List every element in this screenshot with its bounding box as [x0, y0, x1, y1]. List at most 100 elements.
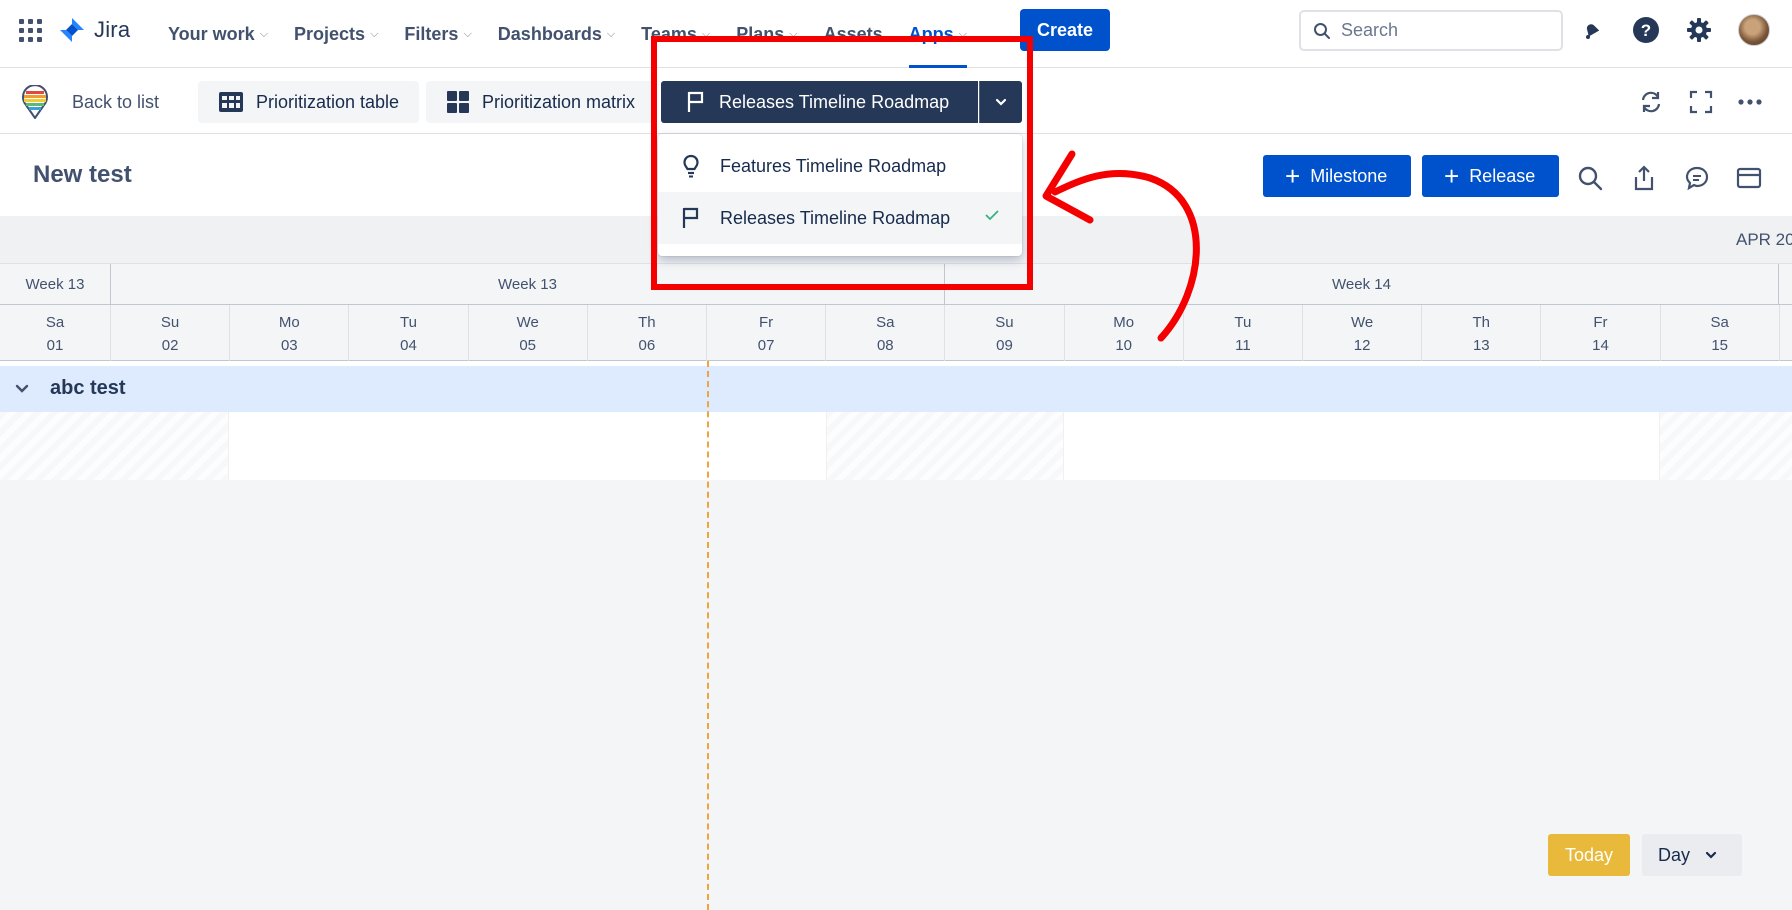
- day-of-week: Fr: [1593, 314, 1608, 331]
- chevron-down-icon: [995, 98, 1007, 106]
- day-cell: Su 09: [945, 305, 1065, 361]
- search-box[interactable]: [1299, 10, 1563, 51]
- chevron-down-icon[interactable]: [14, 378, 30, 398]
- nav-item-dashboards[interactable]: Dashboards ⌵: [498, 0, 615, 68]
- nav-item-apps[interactable]: Apps ⌵: [908, 0, 968, 68]
- day-date: 06: [638, 337, 656, 354]
- day-of-week: Su: [995, 314, 1014, 331]
- plus-icon: +: [1444, 161, 1460, 191]
- comment-icon[interactable]: [1683, 164, 1711, 192]
- prioritization-table-tab[interactable]: Prioritization table: [198, 81, 420, 123]
- nav-item-projects[interactable]: Projects ⌵: [294, 0, 378, 68]
- nav-item-label: Assets: [823, 23, 883, 44]
- add-milestone-button[interactable]: + Milestone: [1263, 155, 1411, 197]
- day-date: 01: [46, 337, 64, 354]
- settings-icon[interactable]: [1685, 16, 1713, 44]
- lane-divider: [826, 412, 827, 480]
- day-of-week: We: [516, 314, 539, 331]
- group-row[interactable]: abc test: [0, 366, 1792, 412]
- product-name: Jira: [94, 17, 131, 42]
- nav-item-filters[interactable]: Filters ⌵: [404, 0, 471, 68]
- week-cell: Week 14: [945, 264, 1779, 305]
- day-cell: Fr 07: [707, 305, 827, 361]
- menu-item-features-timeline[interactable]: Features Timeline Roadmap: [658, 140, 1022, 192]
- search-icon[interactable]: [1576, 164, 1604, 192]
- day-cell: We 12: [1303, 305, 1423, 361]
- add-release-button[interactable]: + Release: [1422, 155, 1559, 197]
- day-cell: We 05: [469, 305, 588, 361]
- chevron-down-icon: ⌵: [259, 27, 269, 40]
- plus-icon: +: [1285, 161, 1301, 191]
- nav-item-label: Apps: [908, 23, 954, 44]
- current-view-label: Releases Timeline Roadmap: [719, 91, 950, 112]
- roadmap-view-selector: Releases Timeline Roadmap: [661, 81, 1022, 123]
- weekend-shading: [0, 412, 228, 480]
- day-date: 09: [996, 337, 1013, 354]
- day-of-week: Sa: [876, 314, 895, 331]
- matrix-icon: [447, 91, 469, 113]
- create-button[interactable]: Create: [1020, 9, 1110, 51]
- week-header: Week 13 Week 13 Week 14: [0, 264, 1792, 305]
- day-date: 14: [1592, 337, 1609, 354]
- day-date: 10: [1115, 337, 1133, 354]
- nav-item-label: Filters: [404, 23, 459, 44]
- card-view-icon[interactable]: [1735, 164, 1763, 192]
- share-icon[interactable]: [1630, 164, 1658, 192]
- nav-item-label: Plans: [736, 23, 785, 44]
- day-of-week: Tu: [400, 314, 417, 331]
- time-scale-select[interactable]: Day: [1642, 834, 1742, 876]
- timeline-canvas: [0, 480, 1792, 910]
- day-date: 04: [400, 337, 417, 354]
- day-date: 13: [1472, 337, 1490, 354]
- day-date: 07: [757, 337, 775, 354]
- flag-icon: [682, 207, 699, 228]
- table-icon: [219, 92, 243, 112]
- button-label: Milestone: [1310, 165, 1388, 186]
- search-input[interactable]: [1341, 20, 1541, 41]
- jira-logo-icon: [60, 18, 84, 42]
- jira-logo[interactable]: Jira: [58, 16, 130, 44]
- day-date: 08: [876, 337, 894, 354]
- nav-item-teams[interactable]: Teams ⌵: [641, 0, 710, 68]
- day-of-week: Th: [638, 314, 656, 331]
- help-icon[interactable]: ?: [1632, 16, 1660, 44]
- fullscreen-icon[interactable]: [1688, 89, 1714, 115]
- svg-text:?: ?: [1641, 21, 1651, 40]
- user-avatar[interactable]: [1738, 14, 1770, 46]
- chevron-down-icon: ⌵: [463, 27, 472, 40]
- notifications-icon[interactable]: [1578, 16, 1606, 44]
- app-switcher-icon[interactable]: [18, 18, 42, 42]
- top-navigation: Jira Your work ⌵ Projects ⌵ Filters ⌵ Dashb…: [0, 0, 1792, 68]
- nav-item-assets[interactable]: Assets: [824, 0, 883, 68]
- week-label: Week 13: [25, 276, 85, 293]
- more-icon[interactable]: [1737, 89, 1763, 115]
- nav-item-your-work[interactable]: Your work ⌵: [168, 0, 268, 68]
- nav-item-plans[interactable]: Plans ⌵: [736, 0, 797, 68]
- day-cell: Tu 11: [1184, 305, 1303, 361]
- prioritization-matrix-tab[interactable]: Prioritization matrix: [426, 81, 656, 123]
- tab-label: Prioritization matrix: [482, 91, 636, 112]
- checkmark-icon: [985, 210, 999, 221]
- menu-item-releases-timeline[interactable]: Releases Timeline Roadmap: [658, 192, 1022, 244]
- back-to-list-link[interactable]: Back to list: [72, 92, 159, 113]
- lane-divider: [1063, 412, 1064, 480]
- today-button[interactable]: Today: [1548, 834, 1630, 876]
- day-cell: Fr 14: [1541, 305, 1661, 361]
- day-of-week: Fr: [759, 314, 774, 331]
- flag-icon: [687, 91, 704, 112]
- lightbulb-icon: [683, 154, 699, 178]
- view-dropdown-toggle[interactable]: [979, 81, 1022, 123]
- refresh-icon[interactable]: [1638, 89, 1664, 115]
- current-view-button[interactable]: Releases Timeline Roadmap: [661, 81, 978, 123]
- group-label: abc test: [50, 377, 126, 399]
- day-cell: Th 06: [588, 305, 707, 361]
- day-of-week: Mo: [278, 314, 300, 331]
- day-date: 05: [519, 337, 537, 354]
- day-date: 15: [1711, 337, 1729, 354]
- view-toolbar: Back to list Prioritization table Priori…: [0, 68, 1792, 134]
- lane-divider: [1659, 412, 1660, 480]
- nav-menu: Your work ⌵ Projects ⌵ Filters ⌵ Dashboards…: [168, 0, 993, 68]
- app-logo-icon: [22, 85, 48, 119]
- weekend-shading: [1659, 412, 1792, 480]
- view-dropdown-menu: Features Timeline Roadmap Releases Timel…: [658, 134, 1022, 256]
